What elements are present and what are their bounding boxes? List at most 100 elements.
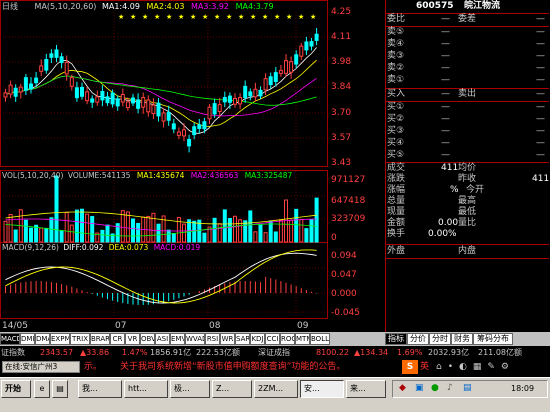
taskbar-item-6[interactable]: 来... bbox=[346, 380, 386, 398]
tab-finance[interactable]: 财务 bbox=[451, 333, 473, 345]
candle-body bbox=[227, 95, 232, 103]
period-label[interactable]: 日线 bbox=[2, 2, 18, 11]
tab-price-dist[interactable]: 分价 bbox=[407, 333, 429, 345]
candle-body bbox=[176, 131, 181, 136]
candle-body bbox=[248, 91, 253, 97]
sh-index-pct: 1.47% bbox=[122, 348, 148, 357]
volume-bar bbox=[49, 217, 54, 243]
indicator-tab-expma[interactable]: EXPMA bbox=[50, 333, 70, 345]
tray-volume-icon[interactable]: ♪ bbox=[447, 383, 453, 393]
kline-chart-svg[interactable]: ★ ★ ★ ★ ★ ★ ★ ★ ★ ★ ★ ★ ★ ★ ★ ★ ★ bbox=[0, 0, 385, 332]
indicator-tab-cci[interactable]: CCI bbox=[265, 333, 280, 345]
indicator-tab-mtm[interactable]: MTM bbox=[295, 333, 310, 345]
total-row: 总量 最高 bbox=[386, 196, 549, 207]
volume-bar bbox=[74, 209, 79, 243]
price-tick-4: 3.70 bbox=[331, 108, 352, 118]
indicator-tab-kdj[interactable]: KDJ bbox=[250, 333, 265, 345]
indicator-tab-asi[interactable]: ASI bbox=[155, 333, 170, 345]
candle-body bbox=[212, 103, 217, 115]
ime-lang-label[interactable]: 英 bbox=[420, 361, 429, 373]
ma2-value: MA2:4.03 bbox=[146, 2, 185, 11]
volume-bar bbox=[289, 219, 294, 243]
indicator-tab-cr[interactable]: CR bbox=[110, 333, 125, 345]
candle-body bbox=[49, 53, 54, 58]
volume-bar bbox=[253, 231, 258, 243]
volume-bar bbox=[248, 210, 253, 243]
tab-chip-dist[interactable]: 筹码分布 bbox=[473, 333, 513, 345]
connection-status[interactable]: 在线:安信广州3 bbox=[2, 361, 80, 373]
trade-row: 成交 411 均价 bbox=[386, 163, 549, 174]
taskbar-item-2[interactable]: 极... bbox=[170, 380, 210, 398]
indicator-tab-trix[interactable]: TRIX bbox=[70, 333, 90, 345]
taskbar-item-0[interactable]: 我... bbox=[78, 380, 122, 398]
svg-text:★: ★ bbox=[130, 13, 136, 21]
sz-index-value: 8100.22 bbox=[316, 348, 350, 357]
volume-bar bbox=[212, 217, 217, 243]
indicator-tab-dma[interactable]: DMA bbox=[35, 333, 50, 345]
quicklaunch-ie-icon[interactable]: e bbox=[34, 380, 50, 398]
indicator-tab-roc[interactable]: ROC bbox=[280, 333, 295, 345]
indicator-tab-macd[interactable]: MACD bbox=[0, 333, 20, 345]
ime-toolbar-icons[interactable]: ⌂•◐▦✎⚙ bbox=[436, 361, 546, 373]
stock-name: 皖江物流 bbox=[464, 1, 501, 11]
trade-label: 成交 bbox=[387, 163, 406, 173]
indicator-tab-vr[interactable]: VR bbox=[125, 333, 140, 345]
candle-body bbox=[314, 33, 319, 41]
sell5-vol: — bbox=[536, 27, 545, 37]
tab-indicator[interactable]: 指标 bbox=[385, 333, 407, 345]
taskbar-item-4[interactable]: 2ZM... bbox=[254, 380, 298, 398]
inner-label: 内盘 bbox=[458, 246, 477, 256]
start-button[interactable]: 开始 bbox=[1, 380, 31, 398]
sell4-label: 卖④ bbox=[387, 39, 405, 49]
buy-in-value: — bbox=[441, 89, 450, 99]
current-label: 现量 bbox=[387, 207, 406, 217]
indicator-tab-brar[interactable]: BRAR bbox=[90, 333, 110, 345]
volume-bar bbox=[222, 209, 227, 243]
tray-app-icon[interactable]: ● bbox=[431, 383, 439, 393]
sell2-label: 卖② bbox=[387, 63, 405, 73]
indicator-tab-wr[interactable]: WR bbox=[220, 333, 235, 345]
candle-body bbox=[54, 49, 59, 58]
candle-body bbox=[23, 77, 28, 91]
volume-bar bbox=[13, 229, 18, 243]
tab-intraday[interactable]: 分时 bbox=[429, 333, 451, 345]
volume-bar bbox=[120, 210, 125, 243]
sogou-ime-icon[interactable]: S bbox=[402, 360, 418, 374]
taskbar-item-5-active[interactable]: 安... bbox=[300, 380, 344, 398]
sh-index-change: ▲33.86 bbox=[80, 348, 110, 357]
taskbar-item-1[interactable]: htt... bbox=[124, 380, 168, 398]
open-label: 今开 bbox=[466, 185, 485, 195]
candle-body bbox=[289, 61, 294, 73]
volume-bar bbox=[299, 219, 304, 243]
tray-ime-icon[interactable]: ▤ bbox=[463, 383, 472, 393]
indicator-tab-emv[interactable]: EMV bbox=[170, 333, 185, 345]
sell1-vol: — bbox=[536, 75, 545, 85]
indicator-tab-sar[interactable]: SAR bbox=[235, 333, 250, 345]
indicator-tab-wvad[interactable]: WVAD bbox=[185, 333, 205, 345]
candle-body bbox=[151, 104, 156, 115]
volume-bar bbox=[166, 229, 171, 243]
indicator-tab-rsi[interactable]: RSI bbox=[205, 333, 220, 345]
high-label: 最高 bbox=[458, 196, 477, 206]
windows-taskbar: 开始 e ▤ 我... htt... 极... Z... 2ZM... 安...… bbox=[0, 377, 550, 412]
sz-index-label[interactable]: 深证成指 bbox=[258, 346, 290, 359]
indicator-tab-dmi[interactable]: DMI bbox=[20, 333, 35, 345]
svg-text:★: ★ bbox=[154, 13, 160, 21]
indicator-tab-obv[interactable]: OBV bbox=[140, 333, 155, 345]
sh-index-label[interactable]: 证指数 bbox=[1, 346, 25, 359]
tray-network-icon[interactable]: ▣ bbox=[415, 383, 424, 393]
news-text[interactable]: 关于我司系统新增“新股市值申购额度查询”功能的公告。 bbox=[120, 361, 345, 373]
tray-sound-icon[interactable]: ◆ bbox=[399, 383, 406, 393]
price-tick-5: 3.57 bbox=[331, 133, 352, 143]
change-label: 涨跌 bbox=[387, 174, 406, 184]
taskbar-item-3[interactable]: Z... bbox=[212, 380, 252, 398]
kline-chart-area[interactable]: ★ ★ ★ ★ ★ ★ ★ ★ ★ ★ ★ ★ ★ ★ ★ ★ ★ 日线 MA(5,10,20,60)… bbox=[0, 0, 385, 332]
clock[interactable]: 18:09 bbox=[511, 384, 534, 393]
current-row: 现量 最低 bbox=[386, 207, 549, 218]
date-tick-1: 07 bbox=[115, 321, 127, 331]
quicklaunch-folder-icon[interactable]: ▤ bbox=[52, 380, 68, 398]
indicator-tab-boll[interactable]: BOLL bbox=[310, 333, 330, 345]
buy4-label: 买④ bbox=[387, 138, 405, 148]
weicha-label: 委差 bbox=[458, 14, 477, 24]
buy-in-label: 买入 bbox=[387, 89, 406, 99]
